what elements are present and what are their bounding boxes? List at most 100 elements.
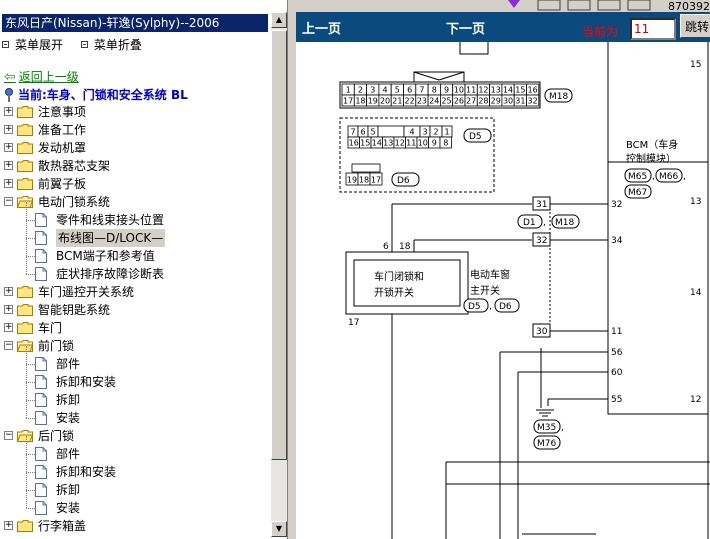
- prev-page-link[interactable]: 上一页: [302, 18, 341, 37]
- mid-pin-32: 32: [536, 236, 547, 246]
- tree-item-radiator-core-support[interactable]: + 散热器芯支架: [0, 157, 270, 175]
- tree-item-parts-and-harness-connector-location[interactable]: 零件和线束接头位置: [0, 202, 270, 229]
- tree-item-power-door-lock[interactable]: − 电动门锁系统: [0, 193, 270, 211]
- tree-item-intelligent-key[interactable]: + 智能钥匙系统: [0, 301, 270, 319]
- tree-item-label: 安装: [56, 501, 81, 515]
- expand-toggle-icon[interactable]: +: [4, 161, 13, 170]
- folder-icon: [17, 106, 33, 118]
- bcm-label-line2: 控制模块）: [626, 152, 676, 165]
- collapse-icon: [80, 41, 88, 48]
- switch-label-line2: 开锁开关: [374, 286, 414, 299]
- expand-toggle-icon[interactable]: +: [4, 143, 13, 152]
- back-link[interactable]: ⇦ 返回上一级: [4, 68, 79, 85]
- menu-toggle-row: 菜单展开 菜单折叠: [2, 36, 156, 53]
- mid-pin-31: 31: [536, 200, 547, 210]
- pin-number: 1: [444, 128, 449, 137]
- collapse-toggle-icon[interactable]: −: [4, 197, 13, 206]
- tree-item-front-lock-removal[interactable]: 拆卸: [0, 382, 270, 409]
- scrollbar-thumb[interactable]: [271, 30, 287, 460]
- expand-toggle-icon[interactable]: +: [4, 305, 13, 314]
- pin-number: 5: [370, 128, 375, 137]
- tree-item-rear-door-lock[interactable]: − 后门锁: [0, 427, 270, 445]
- bcm-connector-m65: M65: [628, 172, 647, 182]
- tree-item-rear-lock-components[interactable]: 部件: [0, 436, 270, 463]
- pin-number: 28: [478, 97, 488, 106]
- tree-item-hood[interactable]: + 发动机罩: [0, 139, 270, 157]
- tree-item-bcm-terminals-and-reference-values[interactable]: BCM端子和参考值: [0, 238, 270, 265]
- tree-item-label: 智能钥匙系统: [38, 303, 111, 317]
- tree-item-label: 注意事项: [38, 105, 87, 119]
- tree-item-preparation[interactable]: + 准备工作: [0, 121, 270, 139]
- expand-toggle-icon[interactable]: +: [4, 521, 13, 530]
- scroll-up-button[interactable]: ▲: [271, 12, 287, 28]
- svg-text:,: ,: [561, 423, 564, 433]
- connector-d5-label: D5: [469, 132, 482, 142]
- tree-item-label: 前翼子板: [38, 177, 87, 191]
- collapse-toggle-icon[interactable]: −: [4, 431, 13, 440]
- tree-item-front-lock-installation[interactable]: 安装: [0, 400, 270, 427]
- scroll-down-button[interactable]: ▼: [271, 521, 287, 537]
- ground-connector-m35: M35: [537, 423, 556, 433]
- folder-icon: [17, 124, 33, 136]
- expand-toggle-icon[interactable]: +: [4, 179, 13, 188]
- tree-item-wiring-diagram-d-lock[interactable]: 布线图—D/LOCK—: [0, 220, 270, 247]
- jump-button[interactable]: 跳转: [680, 14, 710, 38]
- pin-number: 10: [418, 139, 428, 148]
- tree-item-door[interactable]: + 车门: [0, 319, 270, 337]
- tree-item-front-door-lock[interactable]: − 前门锁: [0, 337, 270, 355]
- next-page-link[interactable]: 下一页: [446, 18, 485, 37]
- tree-item-label: 车门遥控开关系统: [38, 285, 135, 299]
- pin-number: 31: [515, 97, 525, 106]
- pin-number: 14: [503, 86, 513, 95]
- pin-number: 13: [491, 86, 501, 95]
- right-pin-15: 15: [690, 60, 701, 70]
- tree-item-trunk-lid[interactable]: + 行李箱盖: [0, 517, 270, 535]
- current-page-label: 当前为: [582, 25, 619, 39]
- tree-item-rear-lock-installation[interactable]: 安装: [0, 490, 270, 517]
- tree-item-label: 散热器芯支架: [38, 159, 111, 173]
- tree-item-front-lock-components[interactable]: 部件: [0, 346, 270, 373]
- pin-number: 13: [383, 139, 393, 148]
- folder-icon: [17, 178, 33, 190]
- pin-number: 5: [395, 86, 400, 95]
- tree-item-remote-keyless-entry[interactable]: + 车门遥控开关系统: [0, 283, 270, 301]
- tree-item-rear-lock-removal[interactable]: 拆卸: [0, 472, 270, 499]
- tree-item-label: 拆卸: [56, 393, 81, 407]
- pin-number: 22: [405, 97, 415, 106]
- tree-item-front-lock-removal-installation[interactable]: 拆卸和安装: [0, 364, 270, 391]
- collapse-toggle-icon[interactable]: −: [4, 341, 13, 350]
- connector-m18-label: M18: [549, 92, 568, 102]
- document-icon: [35, 501, 47, 515]
- expand-toggle-icon[interactable]: +: [4, 287, 13, 296]
- tree-item-front-fender[interactable]: + 前翼子板: [0, 175, 270, 193]
- tree-item-symptom-diagnosis-table[interactable]: 症状排序故障诊断表: [0, 256, 270, 283]
- document-icon: [35, 267, 47, 281]
- window-switch-line1: 电动车窗: [470, 268, 510, 281]
- expand-toggle-icon[interactable]: +: [4, 125, 13, 134]
- expand-toggle-icon[interactable]: +: [4, 323, 13, 332]
- vertical-scrollbar[interactable]: ▲ ▼: [271, 12, 287, 537]
- tree-item-rear-lock-removal-installation[interactable]: 拆卸和安装: [0, 454, 270, 481]
- tree-item-label: BCM端子和参考值: [56, 249, 155, 263]
- switch-pin-17: 17: [348, 318, 359, 328]
- expand-toggle-icon[interactable]: +: [4, 107, 13, 116]
- connector-m18-pins: 1 2 3 4 5 6 7 8 9 10 11 12 13 14 15 1617 18 19 20 21 22 23 24 2…: [341, 83, 540, 107]
- right-pin-13: 13: [690, 197, 701, 207]
- bcm-connector-m67: M67: [628, 188, 647, 198]
- tree-item-label: 车门: [38, 321, 63, 335]
- current-page-input[interactable]: [630, 18, 676, 40]
- navigation-pane: 东风日产(Nissan)-轩逸(Sylphy)--2006 菜单展开 菜单折叠 …: [0, 0, 288, 539]
- mid-connector-m18: M18: [555, 218, 574, 228]
- collapse-menu-button[interactable]: 菜单折叠: [80, 36, 142, 53]
- pin-number: 15: [515, 86, 525, 95]
- vehicle-title: 东风日产(Nissan)-轩逸(Sylphy)--2006: [2, 14, 268, 32]
- folder-icon: [17, 142, 33, 154]
- tree-item-label: 发动机罩: [38, 141, 87, 155]
- expand-menu-button[interactable]: 菜单展开: [2, 36, 63, 53]
- pin-number: 18: [355, 97, 365, 106]
- pin-number: 8: [443, 139, 448, 148]
- svg-text:,: ,: [683, 172, 686, 182]
- pin-number: 32: [528, 97, 538, 106]
- tree-item-notes[interactable]: + 注意事项: [0, 103, 270, 121]
- tree-item-label: 安装: [56, 411, 81, 425]
